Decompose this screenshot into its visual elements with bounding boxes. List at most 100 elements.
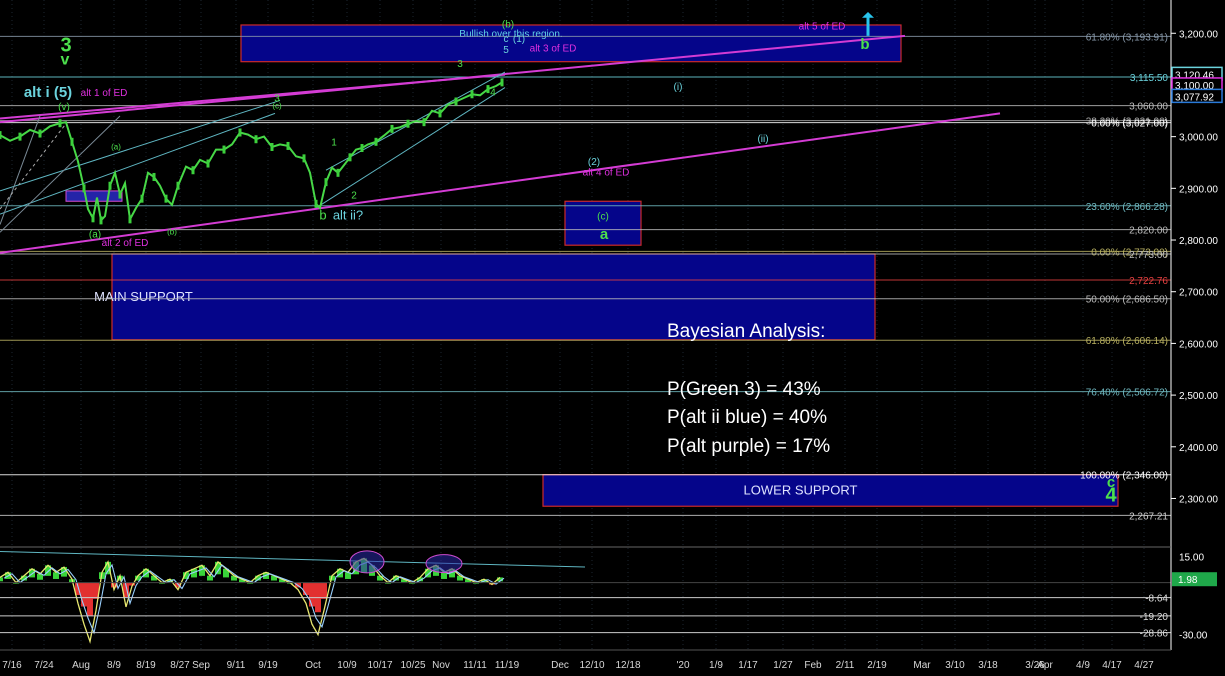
price-tick-label-0: 3,200.00 <box>1179 29 1218 40</box>
price-candle-16 <box>108 181 112 190</box>
indicator-level-label-1: -19.20 <box>1140 612 1169 623</box>
price-candle-14 <box>99 216 103 225</box>
wave-label-7: (1) <box>513 34 525 45</box>
x-tick-label-1: 7/24 <box>34 660 54 671</box>
price-candle-60 <box>406 119 410 128</box>
indicator-ellipse-1 <box>349 550 385 574</box>
price-candle-28 <box>176 181 180 190</box>
price-candle-36 <box>238 128 242 137</box>
x-tick-label-22: 1/27 <box>773 660 793 671</box>
indicator-bar-12 <box>87 582 93 617</box>
x-tick-label-10: 10/9 <box>337 660 357 671</box>
price-candle-64 <box>438 109 442 118</box>
level-label-2: 3,060.00 <box>1129 102 1168 113</box>
price-tick-label-8: 2,400.00 <box>1179 443 1218 454</box>
indicator-ellipse-2 <box>425 554 463 574</box>
wave-label-4: (v) <box>58 102 70 113</box>
level-label-9: 2,722.76 <box>1129 276 1168 287</box>
level-label-12: 76.40% (2,506.72) <box>1086 388 1168 399</box>
wave-label-10: alt 5 of ED <box>799 22 846 33</box>
x-tick-label-26: Mar <box>913 660 931 671</box>
price-candle-50 <box>336 168 340 177</box>
indicator-level-label-2: -28.86 <box>1140 629 1169 640</box>
price-chart: Bullish over this region. MAIN SUPPORT LOW… <box>0 0 1225 676</box>
price-candle-44 <box>302 154 306 163</box>
wave-label-2: alt i (5) <box>24 84 72 101</box>
price-candle-58 <box>390 124 394 133</box>
price-candle-0 <box>0 131 2 140</box>
x-tick-label-7: 9/11 <box>227 660 246 671</box>
x-tick-label-9: Oct <box>305 660 321 671</box>
x-tick-label-0: 7/16 <box>2 660 22 671</box>
price-candle-32 <box>206 159 210 168</box>
wave-label-9: alt 3 of ED <box>530 43 577 54</box>
zone-label-0: Bullish over this region. <box>459 29 562 40</box>
wave-label-8: 5 <box>503 45 509 56</box>
price-candle-48 <box>324 178 328 187</box>
wave-label-31: 4 <box>1105 485 1117 507</box>
indicator-level-label-0: -8.64 <box>1145 594 1168 605</box>
wave-label-19: alt ii? <box>333 207 363 222</box>
price-candle-30 <box>191 166 195 175</box>
price-candle-72 <box>500 78 504 87</box>
price-candle-10 <box>82 184 86 193</box>
price-candle-34 <box>222 145 226 154</box>
level-label-8: 2,773.00 <box>1129 250 1168 261</box>
level-label-13: 100.00% (2,346.00) <box>1080 471 1168 482</box>
price-candle-26 <box>164 194 168 203</box>
level-label-0: 61.80% (3,193.91) <box>1086 32 1168 43</box>
x-tick-label-20: 1/9 <box>709 660 723 671</box>
x-tick-label-11: 10/17 <box>367 660 392 671</box>
x-tick-label-30: Apr <box>1037 660 1053 671</box>
wave-label-29: (c) <box>272 102 282 111</box>
price-candle-2 <box>18 132 22 141</box>
price-tick-label-6: 2,600.00 <box>1179 339 1218 350</box>
wave-label-18: b <box>319 207 326 222</box>
wave-label-25: (a) <box>89 229 101 240</box>
price-candle-12 <box>91 214 95 223</box>
price-candle-38 <box>254 135 258 144</box>
indicator-bar-0 <box>0 577 3 582</box>
wave-label-13: (ii) <box>757 134 768 145</box>
bayesian-analysis-box: Bayesian Analysis: P(Green 3) = 43% P(al… <box>667 318 830 461</box>
wave-label-5: (b) <box>502 20 514 31</box>
x-tick-label-13: Nov <box>432 660 450 671</box>
price-candle-22 <box>140 194 144 203</box>
level-label-11: 61.80% (2,606.14) <box>1086 336 1168 347</box>
price-candle-66 <box>454 97 458 106</box>
x-tick-label-31: 4/9 <box>1076 660 1090 671</box>
indicator-bar-59 <box>441 572 447 579</box>
price-tick-label-9: 2,300.00 <box>1179 494 1218 505</box>
wave-label-22: 3 <box>457 59 463 70</box>
x-tick-label-33: 4/27 <box>1134 660 1154 671</box>
price-tick-label-5: 2,700.00 <box>1179 288 1218 299</box>
price-badge-label-2: 3,077.92 <box>1175 92 1214 103</box>
x-tick-label-18: 12/18 <box>615 660 640 671</box>
level-label-5: 23.60% (2,866.28) <box>1086 202 1168 213</box>
indicator-bar-42 <box>309 582 315 607</box>
indicator-bar-7 <box>53 572 59 579</box>
price-tick-label-3: 2,900.00 <box>1179 184 1218 195</box>
bayes-title: Bayesian Analysis: <box>667 321 826 342</box>
level-label-10: 50.00% (2,686.50) <box>1086 295 1168 306</box>
x-tick-label-16: Dec <box>551 660 569 671</box>
price-candle-40 <box>270 142 274 151</box>
wave-label-17: a <box>600 226 609 243</box>
wave-label-21: 2 <box>351 191 357 202</box>
wave-label-27: (a) <box>111 143 121 152</box>
level-label-6: 2,820.00 <box>1129 226 1168 237</box>
wave-label-1: v <box>61 51 70 68</box>
x-tick-label-19: '20 <box>676 660 689 671</box>
x-tick-label-8: 9/19 <box>258 660 278 671</box>
wave-label-20: 1 <box>331 137 337 148</box>
wave-label-11: b <box>860 36 869 53</box>
x-tick-label-12: 10/25 <box>400 660 425 671</box>
wave-label-6: c <box>504 34 509 45</box>
x-tick-label-15: 11/19 <box>495 660 520 671</box>
indicator-tick-label-0: 15.00 <box>1179 553 1204 564</box>
price-candle-68 <box>470 90 474 99</box>
indicator-tick-label-1: -30.00 <box>1179 631 1208 642</box>
x-tick-label-28: 3/18 <box>978 660 998 671</box>
price-candle-6 <box>58 119 62 128</box>
x-tick-label-2: Aug <box>72 660 90 671</box>
